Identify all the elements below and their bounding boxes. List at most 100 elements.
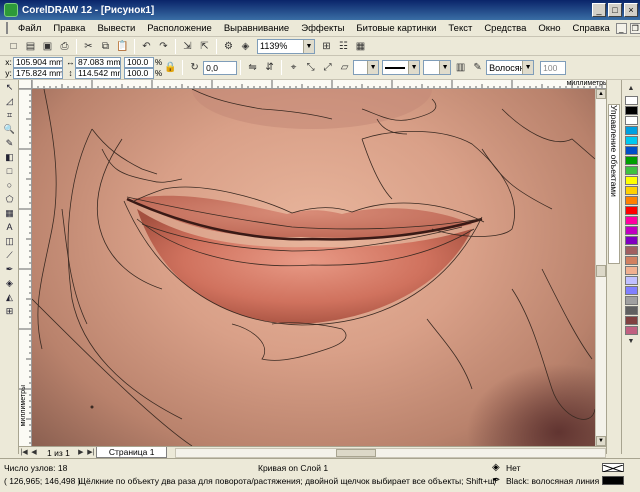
mirror-horizontal-icon[interactable]: ⇋ <box>245 60 260 75</box>
export-icon[interactable]: ⇱ <box>197 39 212 54</box>
grid-icon[interactable]: ▦ <box>353 39 368 54</box>
close-button[interactable]: × <box>624 3 638 17</box>
text-tool-icon[interactable]: A <box>2 221 17 234</box>
break-curve-icon[interactable]: ⤡ <box>303 60 318 75</box>
color-swatch[interactable] <box>625 186 638 195</box>
height-field[interactable]: 114.542 mm <box>75 67 121 79</box>
horizontal-scrollbar[interactable] <box>175 447 606 458</box>
palette-scroll-up-icon[interactable]: ▲ <box>626 84 636 94</box>
zoom-tool-icon[interactable]: 🔍 <box>2 123 17 136</box>
outline-swatch[interactable] <box>602 476 624 485</box>
extract-subpath-icon[interactable]: ▱ <box>337 60 352 75</box>
menu-tools[interactable]: Средства <box>478 23 532 34</box>
scale-height-field[interactable]: 100.0 <box>124 67 154 79</box>
color-swatch[interactable] <box>625 256 638 265</box>
lock-ratio-icon[interactable]: 🔒 <box>163 60 178 75</box>
ellipse-tool-icon[interactable]: ○ <box>2 179 17 192</box>
outline-width-select[interactable]: Волосян... ▼ <box>486 60 535 75</box>
print-icon[interactable]: ⎙ <box>57 39 72 54</box>
palette-scroll-down-icon[interactable]: ▼ <box>626 337 636 347</box>
color-swatch[interactable] <box>625 306 638 315</box>
y-position-field[interactable]: 175.824 mm <box>13 67 63 79</box>
color-swatch[interactable] <box>625 226 638 235</box>
menu-arrange[interactable]: Выравнивание <box>218 23 295 34</box>
color-swatch[interactable] <box>625 176 638 185</box>
color-swatch[interactable] <box>625 276 638 285</box>
options-icon[interactable]: ☷ <box>336 39 351 54</box>
scroll-down-button[interactable]: ▼ <box>596 436 606 446</box>
last-page-icon[interactable]: ▶| <box>86 448 96 458</box>
color-swatch[interactable] <box>625 146 638 155</box>
menu-text[interactable]: Текст <box>442 23 478 34</box>
snap-icon[interactable]: ⊞ <box>319 39 334 54</box>
prev-page-icon[interactable]: ◀ <box>29 448 39 458</box>
wrap-text-icon[interactable]: ▥ <box>453 60 468 75</box>
color-swatch[interactable] <box>625 266 638 275</box>
node-type-icon[interactable]: ⌖ <box>286 60 301 75</box>
fill-swatch[interactable] <box>602 463 624 473</box>
outline-tool-icon[interactable]: ✒ <box>2 263 17 276</box>
minimize-button[interactable]: _ <box>592 3 606 17</box>
color-swatch[interactable] <box>625 136 638 145</box>
eyedropper-tool-icon[interactable]: ⟋ <box>2 249 17 262</box>
color-swatch[interactable] <box>625 196 638 205</box>
rotation-angle-field[interactable]: 0,0 <box>203 60 238 75</box>
next-page-icon[interactable]: ▶ <box>76 448 86 458</box>
menu-view[interactable]: Вывести <box>91 23 141 34</box>
basic-shapes-tool-icon[interactable]: ▦ <box>2 207 17 220</box>
copy-icon[interactable]: ⧉ <box>98 39 113 54</box>
maximize-button[interactable]: □ <box>608 3 622 17</box>
page-tab[interactable]: Страница 1 <box>95 447 168 458</box>
end-arrow-select[interactable]: ▼ <box>423 60 452 75</box>
save-icon[interactable]: ▣ <box>40 39 55 54</box>
document-icon[interactable] <box>6 22 8 34</box>
doc-minimize-button[interactable]: _ <box>615 22 627 34</box>
corel-online-icon[interactable]: ◈ <box>238 39 253 54</box>
fill-tool-icon[interactable]: ◈ <box>2 277 17 290</box>
width-field[interactable]: 87.083 mm <box>75 56 121 68</box>
import-icon[interactable]: ⇲ <box>180 39 195 54</box>
menu-window[interactable]: Окно <box>532 23 566 34</box>
vertical-ruler[interactable]: миллиметры <box>19 89 32 446</box>
color-swatch[interactable] <box>625 116 638 125</box>
interactive-fill-tool-icon[interactable]: ◭ <box>2 291 17 304</box>
redo-icon[interactable]: ↷ <box>156 39 171 54</box>
color-swatch[interactable] <box>625 246 638 255</box>
application-launcher-icon[interactable]: ⚙ <box>221 39 236 54</box>
doc-restore-button[interactable]: ❐ <box>629 22 640 34</box>
menu-layout[interactable]: Расположение <box>141 23 218 34</box>
curve-smoothness-field[interactable]: 100 <box>540 60 567 75</box>
color-swatch[interactable] <box>625 166 638 175</box>
color-swatch[interactable] <box>625 206 638 215</box>
vertical-scrollbar[interactable]: ▲ ▼ <box>595 89 606 446</box>
scroll-up-button[interactable]: ▲ <box>596 89 606 99</box>
color-swatch[interactable] <box>625 216 638 225</box>
rotate-icon[interactable]: ↻ <box>187 60 202 75</box>
horizontal-scroll-thumb[interactable] <box>336 448 377 457</box>
color-swatch[interactable] <box>625 96 638 105</box>
menu-effects[interactable]: Эффекты <box>295 23 350 34</box>
outline-pen-icon[interactable]: ✎ <box>470 60 485 75</box>
menu-file[interactable]: Файл <box>12 23 47 34</box>
color-swatch[interactable] <box>625 326 638 335</box>
crop-tool-icon[interactable]: ⌗ <box>2 109 17 122</box>
x-position-field[interactable]: 105.904 mm <box>13 56 63 68</box>
color-swatch[interactable] <box>625 106 638 115</box>
new-icon[interactable]: □ <box>6 39 21 54</box>
color-swatch[interactable] <box>625 286 638 295</box>
mirror-vertical-icon[interactable]: ⇵ <box>262 60 277 75</box>
cut-icon[interactable]: ✂ <box>81 39 96 54</box>
line-style-select[interactable]: ▼ <box>382 60 421 75</box>
color-swatch[interactable] <box>625 156 638 165</box>
polygon-tool-icon[interactable]: ⬠ <box>2 193 17 206</box>
ruler-origin[interactable] <box>19 80 32 89</box>
color-swatch[interactable] <box>625 236 638 245</box>
smart-fill-tool-icon[interactable]: ◧ <box>2 151 17 164</box>
menu-bitmaps[interactable]: Битовые картинки <box>350 23 442 34</box>
color-swatch[interactable] <box>625 126 638 135</box>
drawing-canvas[interactable] <box>32 89 595 446</box>
object-manager-tab[interactable]: Управление объектами <box>608 104 620 264</box>
interactive-blend-tool-icon[interactable]: ◫ <box>2 235 17 248</box>
menu-help[interactable]: Справка <box>566 23 615 34</box>
first-page-icon[interactable]: |◀ <box>19 448 29 458</box>
